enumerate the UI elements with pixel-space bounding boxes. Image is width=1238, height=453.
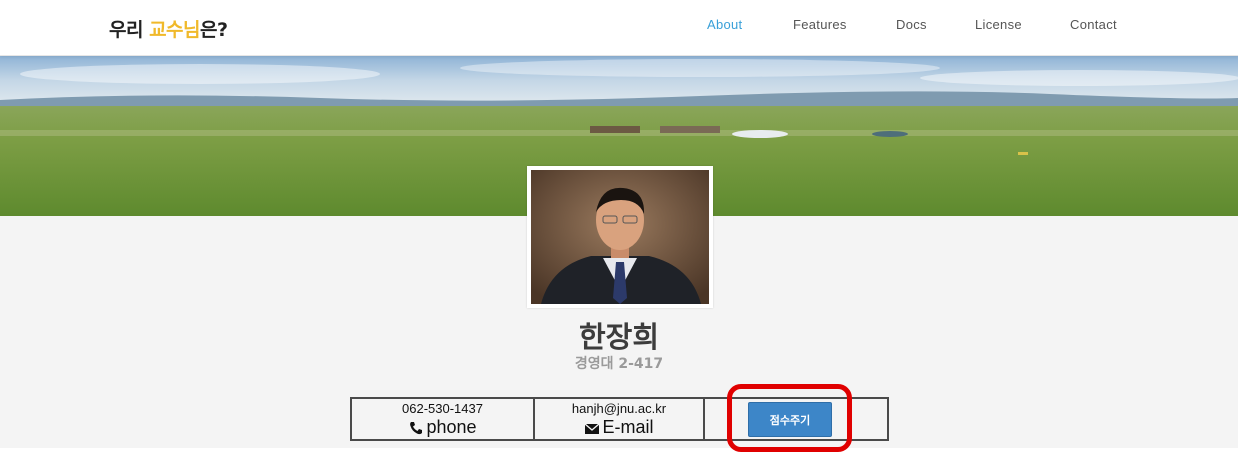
rate-button[interactable]: 점수주기 xyxy=(748,402,832,437)
nav-link-license[interactable]: License xyxy=(975,17,1022,32)
contact-table: 062-530-1437 phone hanjh@jnu.ac.kr E-mai… xyxy=(350,397,889,441)
nav-link-about[interactable]: About xyxy=(707,17,742,32)
brand-text-part2: 은? xyxy=(200,19,228,41)
top-navbar: 우리 교수님은? About Features Docs License Con… xyxy=(0,0,1238,56)
nav-link-features[interactable]: Features xyxy=(793,17,847,32)
professor-name: 한장희 xyxy=(578,320,660,354)
email-label: E-mail xyxy=(602,417,654,437)
profile-photo xyxy=(527,166,713,308)
brand-logo[interactable]: 우리 교수님은? xyxy=(109,15,228,42)
envelope-icon xyxy=(584,421,600,435)
phone-label: phone xyxy=(426,417,477,437)
brand-text-part1: 우리 xyxy=(109,19,150,41)
phone-cell[interactable]: 062-530-1437 phone xyxy=(352,399,535,439)
email-cell[interactable]: hanjh@jnu.ac.kr E-mail xyxy=(535,399,705,439)
phone-icon xyxy=(408,420,424,436)
phone-number: 062-530-1437 xyxy=(402,401,483,416)
professor-office: 경영대 2-417 xyxy=(574,356,664,372)
email-address: hanjh@jnu.ac.kr xyxy=(571,401,667,416)
action-cell: 점수주기 xyxy=(705,399,887,439)
brand-text-highlight: 교수님 xyxy=(149,19,201,41)
nav-link-docs[interactable]: Docs xyxy=(896,17,927,32)
nav-link-contact[interactable]: Contact xyxy=(1070,17,1117,32)
